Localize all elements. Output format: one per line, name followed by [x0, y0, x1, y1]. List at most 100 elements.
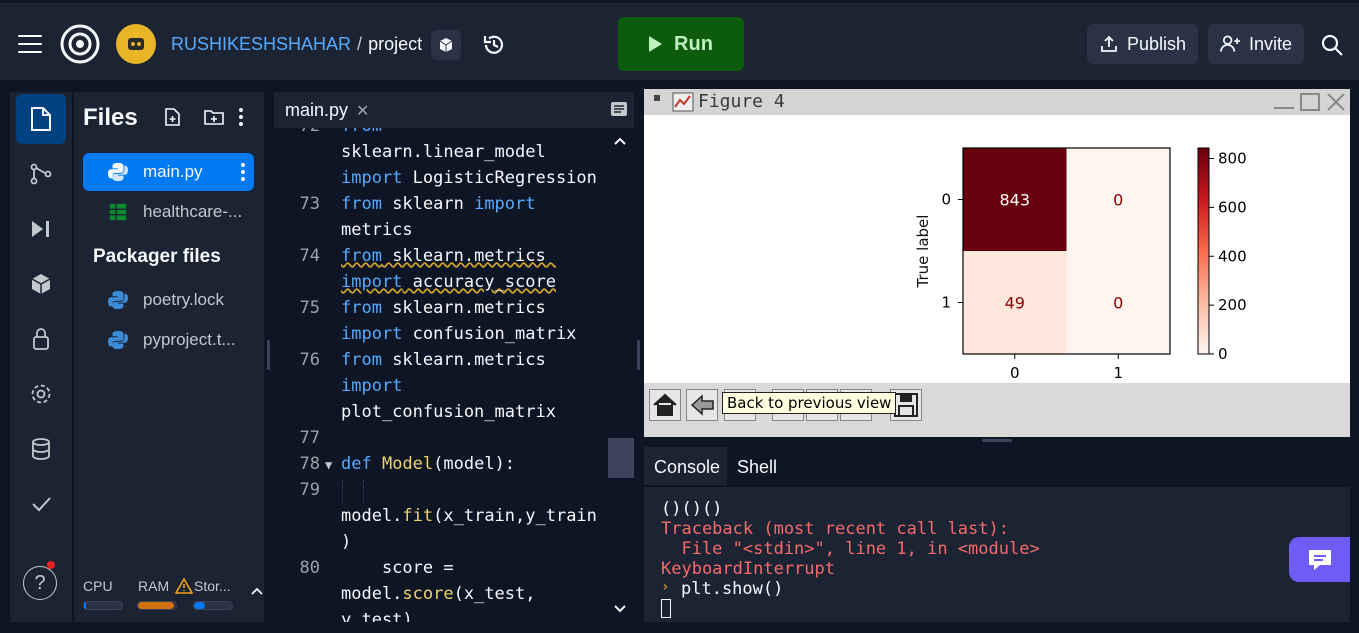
- code-area[interactable]: 72 from sklearn.linear_model import Logi…: [274, 128, 634, 622]
- line-number: 75: [299, 298, 320, 318]
- fold-arrow-icon[interactable]: ▼: [325, 458, 332, 472]
- code-line: plot_confusion_matrix: [341, 402, 556, 422]
- code-line: from: [341, 128, 382, 136]
- search-icon[interactable]: [1320, 33, 1344, 57]
- invite-label: Invite: [1248, 33, 1292, 54]
- help-icon[interactable]: ?: [23, 566, 57, 600]
- file-main-py[interactable]: main.py: [83, 153, 254, 191]
- indent-guide: [342, 480, 343, 504]
- warning-icon: [175, 578, 193, 594]
- breadcrumb-separator: /: [357, 34, 363, 54]
- x-tick-label: 1: [1113, 364, 1123, 382]
- publish-button[interactable]: Publish: [1087, 24, 1198, 64]
- debugger-icon[interactable]: [27, 215, 55, 243]
- code-line: from sklearn.metrics: [341, 246, 556, 266]
- figure-title: Figure 4: [698, 91, 785, 112]
- code-line: def Model(model):: [341, 454, 516, 474]
- indent-guide: [363, 480, 364, 504]
- tab-shell[interactable]: Shell: [727, 447, 787, 485]
- home-icon[interactable]: [649, 389, 681, 421]
- minimize-icon[interactable]: [1274, 107, 1294, 109]
- breadcrumb: RUSHIKESHSHAHAR / project: [171, 34, 422, 55]
- console-line: plt.show(): [681, 579, 784, 599]
- line-number: 80: [299, 558, 320, 578]
- editor-menu-icon[interactable]: [610, 101, 628, 117]
- packager-files-title: Packager files: [93, 246, 221, 267]
- file-menu-icon[interactable]: [239, 161, 247, 183]
- run-button[interactable]: Run: [618, 17, 744, 71]
- avatar[interactable]: [116, 24, 156, 64]
- line-number: 73: [299, 194, 320, 214]
- git-icon[interactable]: [27, 160, 55, 188]
- replit-logo-icon[interactable]: [60, 24, 100, 64]
- file-name: pyproject.t...: [143, 330, 236, 349]
- left-rail: ?: [10, 92, 72, 622]
- publish-label: Publish: [1126, 33, 1186, 54]
- resource-meters[interactable]: CPU RAM Stor...: [74, 572, 264, 622]
- tab-console[interactable]: Console: [644, 447, 727, 485]
- python-icon: [108, 330, 128, 350]
- history-icon[interactable]: [481, 32, 507, 58]
- repl-cube-icon[interactable]: [431, 30, 461, 60]
- invite-button[interactable]: Invite: [1208, 24, 1304, 64]
- x-tick-label: 0: [1010, 364, 1020, 382]
- prompt-icon: ›: [661, 579, 670, 595]
- tab-main-py[interactable]: main.py ✕: [274, 92, 376, 128]
- colorbar-tick-label: 800: [1218, 150, 1247, 168]
- back-arrow-icon[interactable]: [686, 389, 718, 421]
- packages-icon[interactable]: [27, 270, 55, 298]
- code-line: score =: [341, 558, 454, 578]
- cell-value-label: 0: [1113, 191, 1123, 210]
- window-menu-icon[interactable]: [654, 95, 660, 101]
- code-line: y_test): [341, 610, 413, 622]
- check-icon[interactable]: [27, 490, 55, 518]
- file-name: healthcare-...: [143, 202, 243, 221]
- line-number: 77: [299, 428, 320, 448]
- new-file-icon[interactable]: [163, 107, 183, 127]
- pane-splitter[interactable]: [982, 439, 1012, 442]
- figure-toolbar: Back to previous view: [644, 383, 1350, 437]
- breadcrumb-project[interactable]: project: [368, 34, 422, 54]
- cursor: [661, 599, 671, 618]
- database-icon[interactable]: [27, 435, 55, 463]
- file-pyproject[interactable]: pyproject.t...: [83, 321, 254, 359]
- chart-ylabel: True label: [914, 215, 932, 289]
- scroll-down-icon[interactable]: [613, 604, 627, 614]
- gear-icon[interactable]: [27, 380, 55, 408]
- figure-titlebar[interactable]: Figure 4: [644, 89, 1350, 115]
- figure-window: Figure 4 843 0 49 0 0 1 0 1 True label 0 200 400…: [644, 89, 1350, 437]
- notification-dot: [47, 561, 55, 569]
- scrollbar-thumb[interactable]: [608, 438, 634, 478]
- line-number: 76: [299, 350, 320, 370]
- code-editor: main.py ✕ 72 from sklearn.linear_model im…: [274, 92, 634, 622]
- spreadsheet-icon: [109, 203, 127, 221]
- chevron-up-icon[interactable]: [250, 586, 264, 596]
- scroll-up-icon[interactable]: [613, 136, 627, 146]
- file-poetry-lock[interactable]: poetry.lock: [83, 281, 254, 319]
- console-line: File "<stdin>", line 1, in <module>: [661, 539, 1040, 559]
- storage-label: Stor...: [194, 578, 231, 594]
- file-healthcare[interactable]: healthcare-...: [83, 193, 254, 231]
- breadcrumb-user[interactable]: RUSHIKESHSHAHAR: [171, 34, 351, 54]
- y-tick-label: 0: [941, 191, 951, 209]
- code-line: sklearn.linear_model: [341, 142, 546, 162]
- code-line: from sklearn.metrics: [341, 350, 546, 370]
- console-line: Traceback (most recent call last):: [661, 519, 1009, 539]
- close-icon[interactable]: ✕: [356, 103, 369, 120]
- close-window-icon[interactable]: [1326, 92, 1346, 112]
- code-line: import accuracy_score: [341, 272, 556, 292]
- line-number: 78: [299, 454, 320, 474]
- maximize-icon[interactable]: [1300, 93, 1320, 111]
- panel-resize-handle[interactable]: [637, 340, 640, 370]
- menu-icon[interactable]: [18, 35, 42, 53]
- new-folder-icon[interactable]: [203, 107, 225, 127]
- colorbar: [1197, 147, 1210, 355]
- chat-button[interactable]: [1289, 537, 1350, 582]
- python-icon: [108, 290, 128, 310]
- console-output[interactable]: ()()() Traceback (most recent call last)…: [644, 487, 1350, 622]
- lock-icon[interactable]: [27, 325, 55, 353]
- panel-resize-handle[interactable]: [267, 340, 270, 370]
- confusion-matrix-chart: 843 0 49 0 0 1 0 1 True label 0 200 400 600 800: [914, 147, 1247, 382]
- files-icon[interactable]: [27, 105, 55, 133]
- more-options-icon[interactable]: [237, 106, 245, 128]
